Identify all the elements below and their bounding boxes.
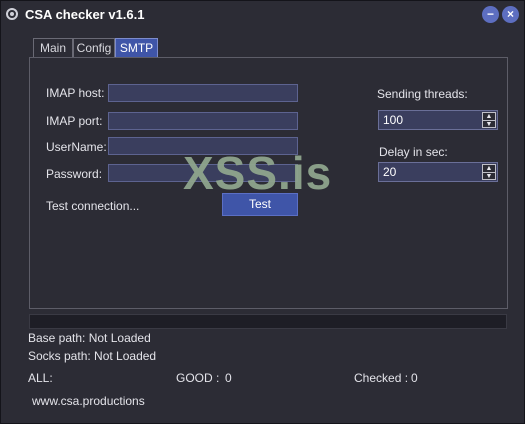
imap-port-label: IMAP port: [46, 114, 103, 128]
good-count: 0 [225, 371, 232, 385]
sending-threads-label: Sending threads: [377, 87, 468, 101]
app-window: CSA checker v1.6.1 − × Main Config SMTP … [0, 0, 525, 424]
arrow-up-icon[interactable]: ▲ [483, 113, 495, 120]
checked-count: 0 [411, 371, 418, 385]
base-path-status: Base path: Not Loaded [28, 331, 151, 345]
arrow-up-icon[interactable]: ▲ [483, 165, 495, 172]
password-label: Password: [46, 167, 103, 181]
minimize-icon[interactable]: − [482, 6, 499, 23]
arrow-down-icon[interactable]: ▼ [483, 120, 495, 128]
delay-value: 20 [383, 165, 397, 179]
window-title: CSA checker v1.6.1 [25, 7, 145, 22]
socks-path-status: Socks path: Not Loaded [28, 349, 157, 363]
checked-label: Checked : [354, 371, 409, 385]
delay-stepper[interactable]: 20 ▲ ▼ [378, 162, 498, 182]
close-icon[interactable]: × [502, 6, 519, 23]
delay-label: Delay in sec: [379, 145, 448, 159]
watermark: XSS.is [183, 147, 333, 199]
delay-spin-buttons[interactable]: ▲ ▼ [482, 164, 496, 180]
website-link[interactable]: www.csa.productions [32, 394, 145, 408]
title-bar[interactable]: CSA checker v1.6.1 − × [1, 1, 524, 29]
all-label: ALL: [28, 371, 53, 385]
imap-port-field[interactable] [108, 112, 298, 130]
test-connection-label: Test connection... [46, 199, 140, 213]
imap-host-label: IMAP host: [46, 86, 105, 100]
tab-smtp[interactable]: SMTP [115, 38, 158, 57]
sending-threads-stepper[interactable]: 100 ▲ ▼ [378, 110, 498, 130]
app-logo-icon [6, 8, 18, 20]
username-label: UserName: [46, 140, 107, 154]
tab-main[interactable]: Main [33, 38, 73, 57]
sending-threads-spin-buttons[interactable]: ▲ ▼ [482, 112, 496, 128]
progress-bar [29, 314, 507, 329]
arrow-down-icon[interactable]: ▼ [483, 172, 495, 180]
tab-config[interactable]: Config [73, 38, 115, 57]
imap-host-field[interactable] [108, 84, 298, 102]
good-label: GOOD : [176, 371, 220, 385]
sending-threads-value: 100 [383, 113, 404, 127]
